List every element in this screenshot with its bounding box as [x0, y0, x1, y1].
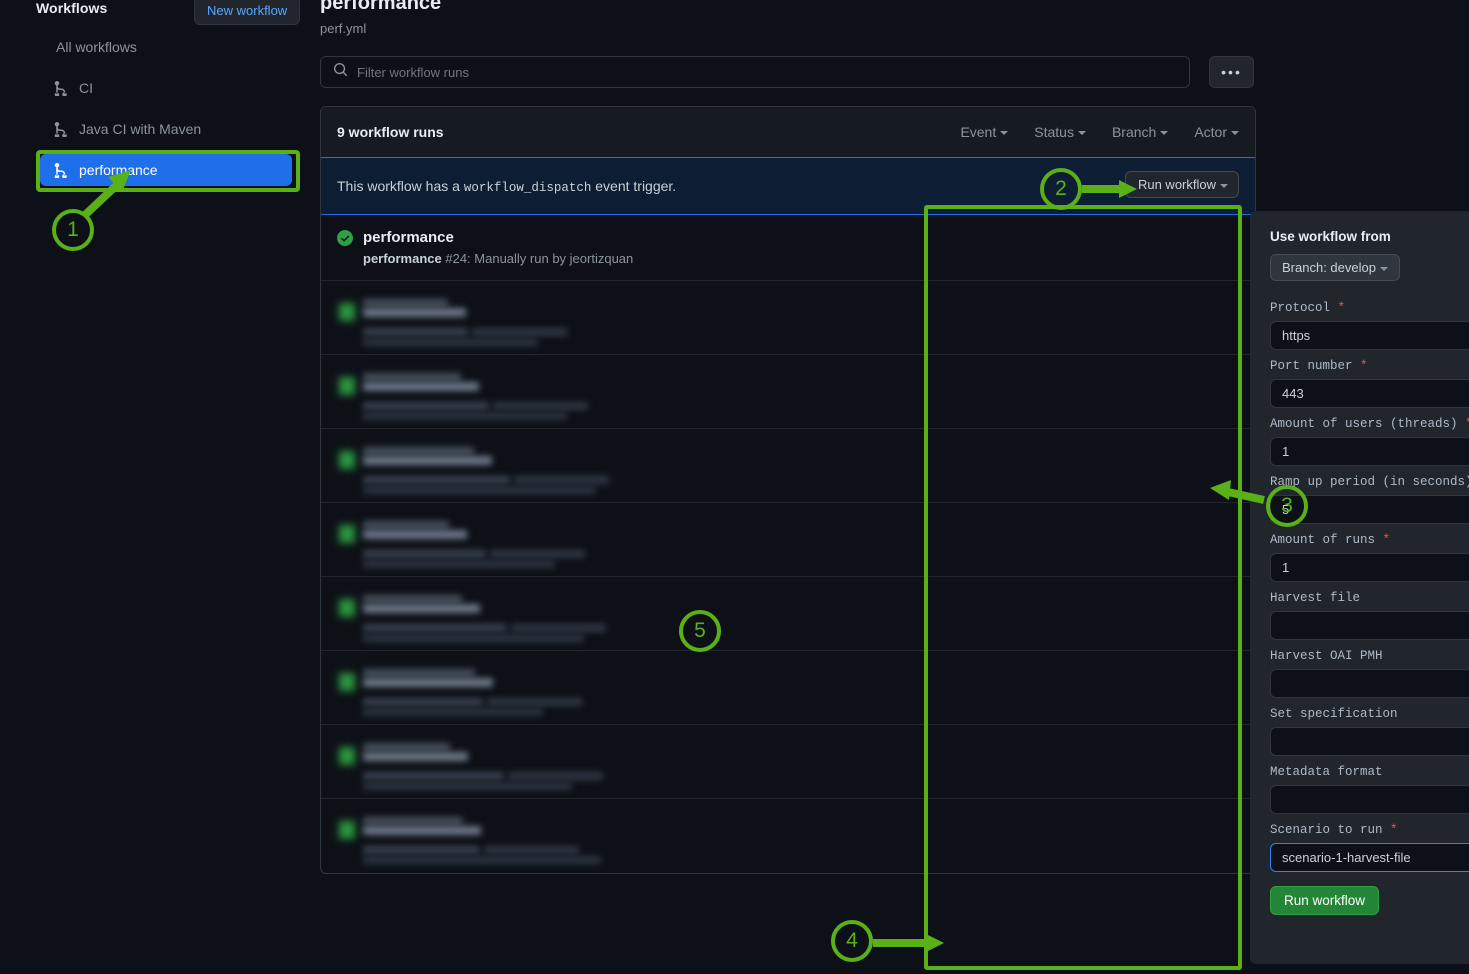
annotation-arrowheads — [108, 170, 1231, 952]
annotation-badge-2: 2 — [1040, 168, 1082, 210]
annotation-badge-5: 5 — [679, 610, 721, 652]
annotation-arrow-3-line — [1227, 488, 1265, 504]
annotation-arrow-1-line — [82, 179, 123, 218]
annotation-badge-4: 4 — [831, 920, 873, 962]
annotation-arrow-3-head — [1210, 480, 1231, 500]
annotation-badge-3: 3 — [1266, 485, 1308, 527]
annotation-arrow-4-head — [926, 934, 944, 952]
annotation-arrow-2-head — [1119, 180, 1137, 198]
annotation-overlay — [82, 170, 1265, 952]
annotation-badge-1: 1 — [52, 209, 94, 251]
